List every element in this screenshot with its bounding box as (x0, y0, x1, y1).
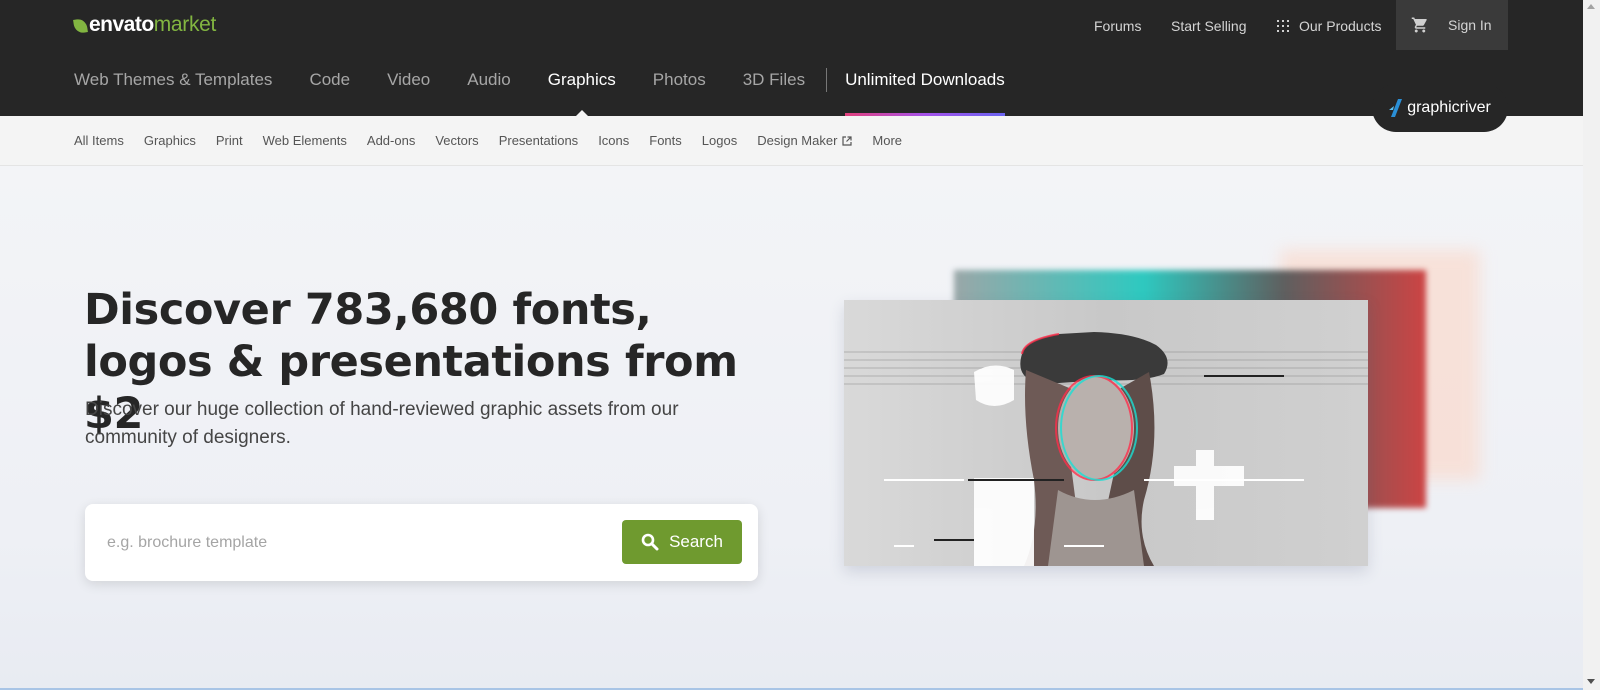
artwork-glitch-portrait (844, 300, 1368, 566)
graphicriver-label: graphicriver (1407, 99, 1491, 116)
sign-in-label: Sign In (1448, 17, 1492, 33)
search-button-label: Search (669, 532, 723, 551)
leaf-icon (73, 18, 88, 34)
sub-category-nav: All Items Graphics Print Web Elements Ad… (0, 116, 1583, 166)
hero-subtitle: Discover our huge collection of hand-rev… (85, 399, 679, 448)
nav-video[interactable]: Video (387, 68, 430, 116)
logo-market-text: market (153, 13, 217, 36)
nav-graphics[interactable]: Graphics (548, 68, 616, 116)
our-products-menu[interactable]: Our Products (1277, 0, 1381, 52)
subnav-print[interactable]: Print (216, 133, 243, 148)
search-button[interactable]: Search (622, 520, 742, 564)
subnav-design-maker[interactable]: Design Maker (757, 133, 853, 148)
start-selling-link[interactable]: Start Selling (1171, 0, 1246, 52)
subnav-web-elements[interactable]: Web Elements (263, 133, 347, 148)
subnav-presentations[interactable]: Presentations (499, 133, 579, 148)
subnav-all-items[interactable]: All Items (74, 133, 124, 148)
nav-unlimited-downloads[interactable]: Unlimited Downloads (845, 68, 1005, 116)
search-box: Search (85, 504, 758, 581)
subnav-fonts[interactable]: Fonts (649, 133, 682, 148)
logo-envato-text: envato (89, 13, 154, 36)
subnav-icons[interactable]: Icons (598, 133, 629, 148)
forums-link[interactable]: Forums (1094, 0, 1141, 52)
hero-artwork (840, 240, 1490, 580)
sign-in-button[interactable]: Sign In (1396, 0, 1508, 50)
graphicriver-logo-icon (1389, 99, 1403, 117)
nav-audio[interactable]: Audio (467, 68, 510, 116)
our-products-label: Our Products (1299, 18, 1382, 34)
grid-icon (1277, 20, 1289, 32)
design-maker-label: Design Maker (757, 133, 838, 148)
scroll-up-arrow-icon[interactable] (1587, 4, 1595, 9)
envato-market-logo[interactable]: envato market (73, 13, 217, 37)
subnav-more[interactable]: More (872, 133, 902, 148)
nav-web-themes[interactable]: Web Themes & Templates (74, 68, 272, 116)
scroll-down-arrow-icon[interactable] (1587, 679, 1595, 684)
nav-3d-files[interactable]: 3D Files (743, 68, 805, 116)
main-category-nav: Web Themes & Templates Code Video Audio … (74, 68, 1005, 116)
nav-photos[interactable]: Photos (653, 68, 706, 116)
nav-code[interactable]: Code (309, 68, 350, 116)
subnav-logos[interactable]: Logos (702, 133, 737, 148)
external-link-icon (842, 135, 853, 146)
nav-divider (826, 68, 828, 92)
subnav-add-ons[interactable]: Add-ons (367, 133, 415, 148)
search-input[interactable] (105, 522, 589, 564)
subnav-graphics[interactable]: Graphics (144, 133, 196, 148)
top-header: envato market Forums Start Selling Our P… (0, 0, 1583, 116)
subnav-vectors[interactable]: Vectors (435, 133, 478, 148)
search-icon (641, 533, 659, 551)
cart-icon (1411, 17, 1427, 33)
page-scrollbar[interactable] (1583, 0, 1600, 690)
graphicriver-badge[interactable]: graphicriver (1372, 84, 1508, 132)
